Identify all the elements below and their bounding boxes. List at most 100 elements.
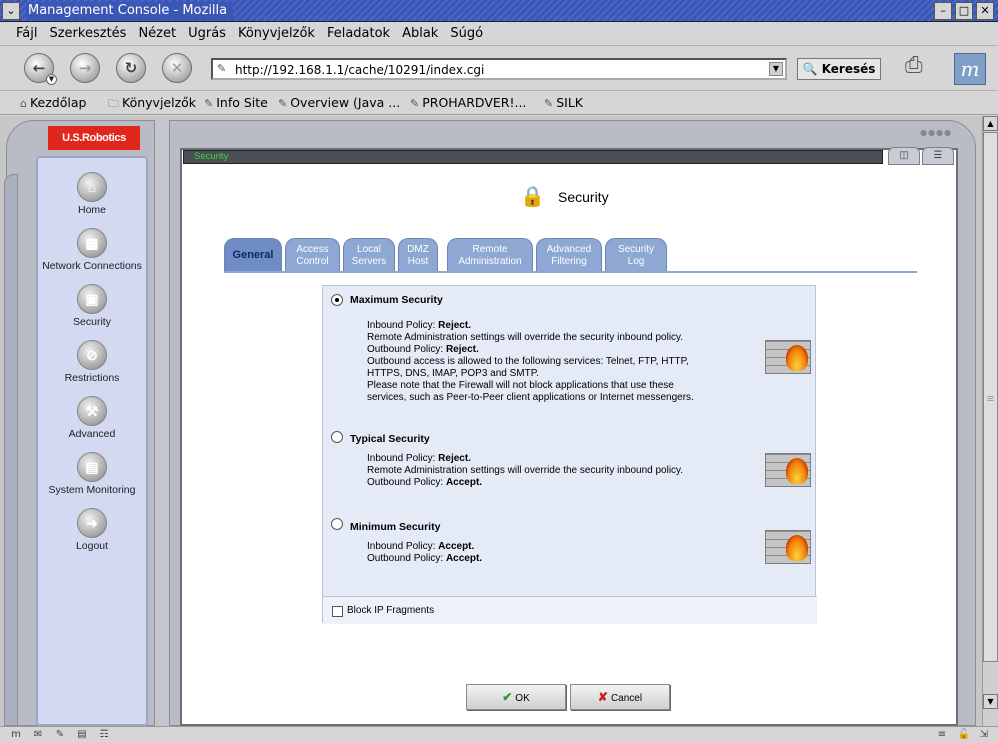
menu-tasks[interactable]: Feladatok <box>321 22 396 46</box>
page-icon: ✎ <box>217 62 227 75</box>
sidebar-item-home[interactable]: ⌂ Home <box>38 172 146 216</box>
minimize-icon[interactable]: – <box>934 2 952 20</box>
bookmarks-toolbar: ⌂ Kezdőlap 🗀 Könyvjelzők ✎ Info Site ✎ Overv… <box>0 91 998 115</box>
sidebar-item-logout[interactable]: ➜ Logout <box>38 508 146 552</box>
bookmark-icon: ✎ <box>410 97 420 110</box>
resize-grip-icon: ⇲ <box>979 729 989 740</box>
cancel-button[interactable]: ✘ Cancel <box>570 684 670 710</box>
firewall-icon <box>765 453 811 487</box>
stop-button[interactable]: ✕ <box>162 53 192 83</box>
frame-dots: ●●●● <box>920 128 952 137</box>
frame-left-rail <box>4 174 18 726</box>
irc-icon[interactable]: ☶ <box>96 728 112 741</box>
scrollbar-thumb[interactable]: — — — <box>983 132 998 662</box>
block-ip-fragments-checkbox[interactable] <box>332 606 343 617</box>
list-icon[interactable]: ☰ <box>922 147 954 165</box>
radio-minimum-security[interactable] <box>331 518 343 530</box>
option-description: Inbound Policy: Accept. Outbound Policy:… <box>367 541 483 564</box>
firewall-icon <box>765 340 811 374</box>
tab-security-log[interactable]: Security Log <box>605 238 667 272</box>
print-icon[interactable]: ⎙ <box>905 53 939 83</box>
mail-icon[interactable]: ✉ <box>30 728 46 741</box>
url-dropdown-icon[interactable]: ▼ <box>769 62 783 76</box>
sidebar-item-system-monitoring[interactable]: ▤ System Monitoring <box>38 452 146 496</box>
ok-button[interactable]: ✔ OK <box>466 684 566 710</box>
status-strip: Security <box>183 150 883 164</box>
bookmark-home[interactable]: ⌂ Kezdőlap <box>20 91 86 116</box>
bookmark-overview[interactable]: ✎ Overview (Java ... <box>278 91 400 116</box>
tab-dmz-host[interactable]: DMZ Host <box>398 238 438 272</box>
bookmark-icon: ✎ <box>544 97 554 110</box>
addressbook-icon[interactable]: ▤ <box>74 728 90 741</box>
router-frame: U.S.Robotics ●●●● ⌂ Home ▩ Network Connect… <box>0 116 982 726</box>
option-description: Inbound Policy: Reject. Remote Administr… <box>367 453 684 488</box>
sitemap-icon[interactable]: ◫ <box>888 147 920 165</box>
vertical-scrollbar[interactable]: ▲ — — — ▼ <box>982 116 998 726</box>
tab-remote-administration[interactable]: Remote Administration <box>447 238 533 272</box>
option-title: Minimum Security <box>350 521 441 533</box>
scroll-up-icon[interactable]: ▲ <box>983 116 998 131</box>
check-icon: ✔ <box>502 690 513 704</box>
forward-button[interactable]: → <box>70 53 100 83</box>
option-title: Typical Security <box>350 433 430 445</box>
menubar: Fájl Szerkesztés Nézet Ugrás Könyvjelzők Fela… <box>0 22 998 46</box>
back-dropdown-icon[interactable]: ▼ <box>46 74 57 85</box>
router-sidebar: ⌂ Home ▩ Network Connections ▣ Security ⊘ Re… <box>36 156 148 726</box>
radio-typical-security[interactable] <box>331 431 343 443</box>
menu-bookmarks[interactable]: Könyvjelzők <box>232 22 321 46</box>
tab-underline <box>224 271 917 273</box>
sidebar-item-advanced[interactable]: ⚒ Advanced <box>38 396 146 440</box>
close-icon[interactable]: ✕ <box>976 2 994 20</box>
scroll-down-icon[interactable]: ▼ <box>983 694 998 709</box>
menu-help[interactable]: Súgó <box>444 22 489 46</box>
security-icon: 🔒 <box>520 184 545 208</box>
lock-icon: ▣ <box>77 284 107 314</box>
url-input[interactable] <box>235 61 765 78</box>
page-title: Security <box>558 189 609 205</box>
logout-icon: ➜ <box>77 508 107 538</box>
bookmark-silk[interactable]: ✎ SILK <box>544 91 583 116</box>
option-description: Inbound Policy: Reject. Remote Administr… <box>367 320 694 403</box>
tab-access-control[interactable]: Access Control <box>285 238 340 272</box>
x-icon: ✘ <box>597 690 608 704</box>
mozilla-logo-icon[interactable]: m <box>954 53 986 85</box>
sidebar-item-network-connections[interactable]: ▩ Network Connections <box>38 228 146 272</box>
bookmark-folder[interactable]: 🗀 Könyvjelzők <box>108 91 196 116</box>
usrobotics-logo: U.S.Robotics <box>48 126 140 150</box>
radio-maximum-security[interactable] <box>331 294 343 306</box>
window-titlebar: ⌄ Management Console - Mozilla – □ ✕ <box>0 0 998 22</box>
option-title: Maximum Security <box>350 294 443 306</box>
tab-local-servers[interactable]: Local Servers <box>343 238 395 272</box>
home-icon: ⌂ <box>77 172 107 202</box>
window-menu-icon[interactable]: ⌄ <box>2 2 20 20</box>
composer-icon[interactable]: ✎ <box>52 728 68 741</box>
tab-general[interactable]: General <box>224 238 282 272</box>
search-icon: 🔍 <box>802 62 818 76</box>
menu-window[interactable]: Ablak <box>396 22 444 46</box>
tab-advanced-filtering[interactable]: Advanced Filtering <box>536 238 602 272</box>
reload-button[interactable]: ↻ <box>116 53 146 83</box>
menu-edit[interactable]: Szerkesztés <box>43 22 132 46</box>
bookmark-prohardver[interactable]: ✎ PROHARDVER!... <box>410 91 526 116</box>
bookmark-icon: ✎ <box>278 97 288 110</box>
menu-go[interactable]: Ugrás <box>182 22 232 46</box>
security-options: Maximum Security Inbound Policy: Reject.… <box>322 285 817 624</box>
menu-file[interactable]: Fájl <box>0 22 43 46</box>
sidebar-item-restrictions[interactable]: ⊘ Restrictions <box>38 340 146 384</box>
sidebar-item-security[interactable]: ▣ Security <box>38 284 146 328</box>
navigator-icon[interactable]: m <box>8 728 24 741</box>
url-bar[interactable]: ✎ ▼ <box>211 58 787 80</box>
monitor-icon: ▤ <box>77 452 107 482</box>
window-title: Management Console - Mozilla <box>26 2 234 20</box>
back-button[interactable]: ← ▼ <box>24 53 57 85</box>
restrictions-icon: ⊘ <box>77 340 107 370</box>
tools-icon: ⚒ <box>77 396 107 426</box>
maximize-icon[interactable]: □ <box>955 2 973 20</box>
menu-view[interactable]: Nézet <box>132 22 182 46</box>
bookmark-info-site[interactable]: ✎ Info Site <box>204 91 268 116</box>
network-icon: ▩ <box>77 228 107 258</box>
search-button[interactable]: 🔍 Keresés <box>797 58 881 80</box>
block-ip-fragments-label: Block IP Fragments <box>347 605 435 616</box>
block-ip-fragments-row: Block IP Fragments <box>323 596 817 624</box>
page-content: U.S.Robotics ●●●● ⌂ Home ▩ Network Connect… <box>0 116 982 726</box>
